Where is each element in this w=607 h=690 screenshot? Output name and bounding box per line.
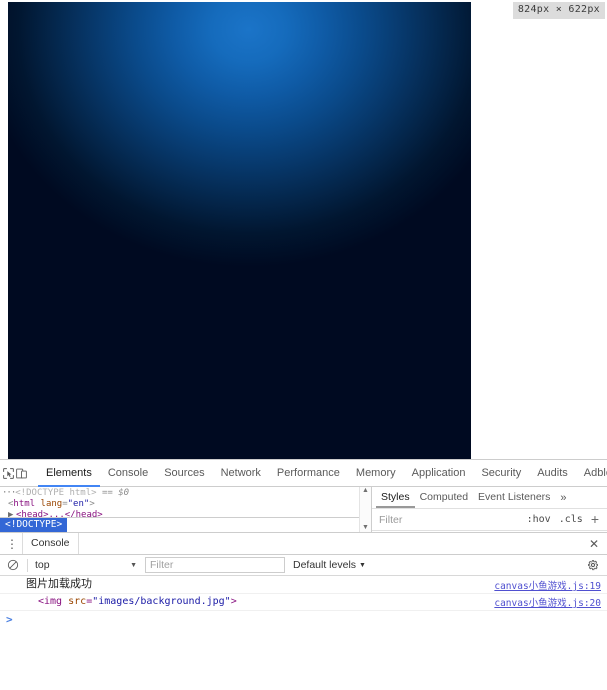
dom-tree[interactable]: ···<!DOCTYPE html> == $0 <html lang="en"… bbox=[0, 487, 371, 517]
console-message-source-link[interactable]: canvas小鱼游戏.js:19 bbox=[494, 578, 607, 592]
tab-security[interactable]: Security bbox=[473, 461, 529, 487]
tab-adblock-plus[interactable]: Adblock Plus bbox=[576, 461, 607, 487]
console-toolbar: top ▼ Default levels ▼ bbox=[0, 555, 607, 576]
hov-toggle[interactable]: :hov bbox=[523, 514, 555, 525]
console-html-tag-close: > bbox=[230, 596, 237, 607]
console-settings-gear-icon[interactable] bbox=[581, 555, 605, 575]
console-html-tag-open: <img bbox=[38, 596, 63, 607]
console-message-source-link[interactable]: canvas小鱼游戏.js:20 bbox=[494, 595, 607, 609]
console-messages-list[interactable]: 图片加载成功 canvas小鱼游戏.js:19 <img src="images… bbox=[0, 576, 607, 690]
tab-audits[interactable]: Audits bbox=[529, 461, 576, 487]
page-viewport[interactable] bbox=[8, 2, 471, 459]
console-message-text: 图片加载成功 bbox=[26, 578, 92, 590]
dom-html-attr: lang bbox=[40, 499, 63, 509]
devtools-panel: Elements Console Sources Network Perform… bbox=[0, 459, 607, 690]
page-right-margin bbox=[471, 2, 607, 459]
console-message[interactable]: 图片加载成功 canvas小鱼游戏.js:19 bbox=[0, 577, 607, 594]
console-toolbar-divider bbox=[27, 558, 28, 572]
styles-filter-input[interactable] bbox=[376, 513, 523, 526]
drawer-tab-console[interactable]: Console bbox=[22, 533, 79, 554]
tab-event-listeners[interactable]: Event Listeners bbox=[473, 487, 555, 508]
console-filter-input[interactable] bbox=[145, 557, 285, 573]
dom-line-html[interactable]: <html lang="en"> bbox=[0, 499, 371, 510]
console-message[interactable]: <img src="images/background.jpg"> canvas… bbox=[0, 594, 607, 611]
console-context-value: top bbox=[35, 559, 50, 571]
tab-console[interactable]: Console bbox=[100, 461, 156, 487]
console-context-select[interactable]: top ▼ bbox=[31, 557, 141, 574]
dom-selected-ref: == $0 bbox=[101, 488, 130, 498]
dom-html-close: > bbox=[89, 499, 95, 509]
chevron-down-icon: ▼ bbox=[130, 561, 137, 569]
console-message-html: <img src="images/background.jpg"> bbox=[0, 595, 494, 608]
tab-elements[interactable]: Elements bbox=[38, 461, 100, 487]
dom-html-tag: html bbox=[13, 499, 36, 509]
drawer-tabbar: ⋮ Console ✕ bbox=[0, 533, 607, 555]
tab-sources[interactable]: Sources bbox=[156, 461, 212, 487]
scrollbar-up-arrow-icon[interactable]: ▲ bbox=[362, 487, 369, 495]
page-left-margin bbox=[0, 0, 8, 459]
dom-tree-pane: ···<!DOCTYPE html> == $0 <html lang="en"… bbox=[0, 487, 372, 532]
cls-toggle[interactable]: .cls bbox=[555, 514, 587, 525]
drawer-menu-icon[interactable]: ⋮ bbox=[2, 533, 22, 554]
dom-expand-arrow-icon[interactable]: ▶ bbox=[8, 510, 16, 517]
device-toolbar-icon[interactable] bbox=[15, 461, 28, 486]
devtools-main-toolbar: Elements Console Sources Network Perform… bbox=[0, 460, 607, 487]
dom-doctype-text: <!DOCTYPE html> bbox=[15, 488, 97, 498]
tab-styles[interactable]: Styles bbox=[376, 487, 415, 508]
dom-html-value: "en" bbox=[67, 499, 90, 509]
console-levels-label: Default levels bbox=[293, 559, 357, 571]
console-prompt[interactable]: > bbox=[0, 611, 607, 627]
dom-head-text: <head>...</head> bbox=[16, 510, 103, 517]
chevron-down-icon-levels: ▼ bbox=[359, 561, 366, 569]
console-prompt-arrow-icon: > bbox=[6, 612, 13, 626]
tab-network[interactable]: Network bbox=[213, 461, 269, 487]
inspect-cursor-icon[interactable] bbox=[2, 461, 15, 486]
clear-console-icon[interactable] bbox=[2, 555, 24, 575]
tab-application[interactable]: Application bbox=[404, 461, 474, 487]
elements-panel: ···<!DOCTYPE html> == $0 <html lang="en"… bbox=[0, 487, 607, 533]
scrollbar-down-arrow-icon[interactable]: ▼ bbox=[362, 524, 369, 532]
dom-tree-scrollbar[interactable]: ▲ ▼ bbox=[359, 487, 371, 532]
breadcrumb-item-doctype[interactable]: <!DOCTYPE> bbox=[0, 518, 68, 532]
tab-memory[interactable]: Memory bbox=[348, 461, 404, 487]
styles-filter-row: :hov .cls + bbox=[372, 509, 607, 531]
dom-line-head[interactable]: ▶ <head>...</head> bbox=[0, 510, 371, 517]
new-style-rule-button[interactable]: + bbox=[587, 512, 603, 527]
styles-pane: Styles Computed Event Listeners » :hov .… bbox=[372, 487, 607, 532]
viewport-size-tooltip: 824px × 622px bbox=[512, 2, 605, 19]
tab-computed[interactable]: Computed bbox=[415, 487, 473, 508]
drawer-close-icon[interactable]: ✕ bbox=[581, 533, 607, 554]
styles-tabbar: Styles Computed Event Listeners » bbox=[372, 487, 607, 509]
console-html-value: "images/background.jpg" bbox=[92, 596, 231, 607]
tab-performance[interactable]: Performance bbox=[269, 461, 348, 487]
console-html-attr: src bbox=[68, 596, 87, 607]
breadcrumb: <!DOCTYPE> bbox=[0, 517, 371, 532]
styles-more-tabs-icon[interactable]: » bbox=[555, 492, 571, 504]
console-levels-select[interactable]: Default levels ▼ bbox=[293, 559, 366, 571]
dom-line-doctype[interactable]: ···<!DOCTYPE html> == $0 bbox=[0, 488, 371, 499]
dom-expand-ellipsis[interactable]: ··· bbox=[2, 488, 16, 498]
